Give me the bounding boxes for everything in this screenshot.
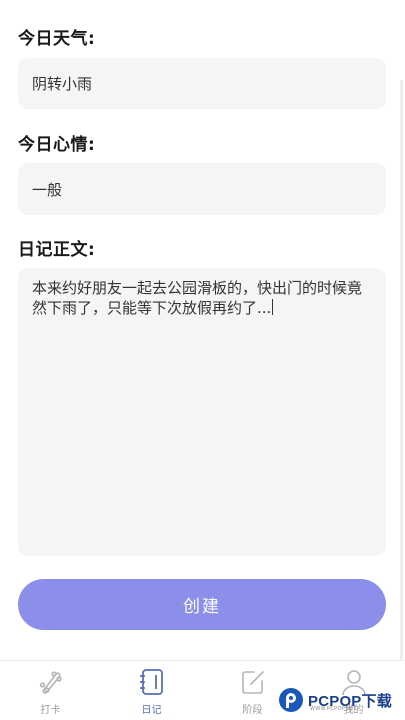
weather-input[interactable]: 阴转小雨 [18, 58, 386, 109]
mood-label: 今日心情: [18, 135, 96, 155]
tab-label-diary: 日记 [141, 705, 162, 716]
text-caret [272, 299, 274, 315]
tab-label-checkin: 打卡 [40, 705, 61, 716]
tab-label-stage: 阶段 [242, 705, 263, 716]
tab-diary[interactable]: 日记 [101, 661, 202, 720]
pcpop-logo-icon [279, 688, 303, 712]
watermark-url: WWW.PCPOP.NET [310, 706, 357, 712]
skateboard-icon [39, 671, 62, 694]
mood-value: 一般 [32, 180, 63, 199]
edit-icon [241, 671, 264, 694]
notebook-icon [139, 669, 163, 695]
diary-body-label: 日记正文: [18, 240, 96, 260]
scrollbar[interactable] [400, 80, 403, 660]
create-button[interactable]: 创建 [18, 579, 386, 630]
diary-body-text: 本来约好朋友一起去公园滑板的，快出门的时候竟然下雨了，只能等下次放假再约了... [32, 279, 363, 317]
tab-checkin[interactable]: 打卡 [0, 661, 101, 720]
weather-value: 阴转小雨 [32, 75, 93, 93]
weather-label: 今日天气: [18, 29, 96, 49]
diary-body-textarea[interactable]: 本来约好朋友一起去公园滑板的，快出门的时候竟然下雨了，只能等下次放假再约了... [18, 268, 386, 556]
pcpop-watermark: PCPOP下载 WWW.PCPOP.NET [278, 682, 402, 718]
diary-create-screen: 今日天气: 阴转小雨 今日心情: 一般 日记正文: 本来约好朋友一起去公园滑板的… [0, 0, 405, 720]
mood-input[interactable]: 一般 [18, 163, 386, 215]
